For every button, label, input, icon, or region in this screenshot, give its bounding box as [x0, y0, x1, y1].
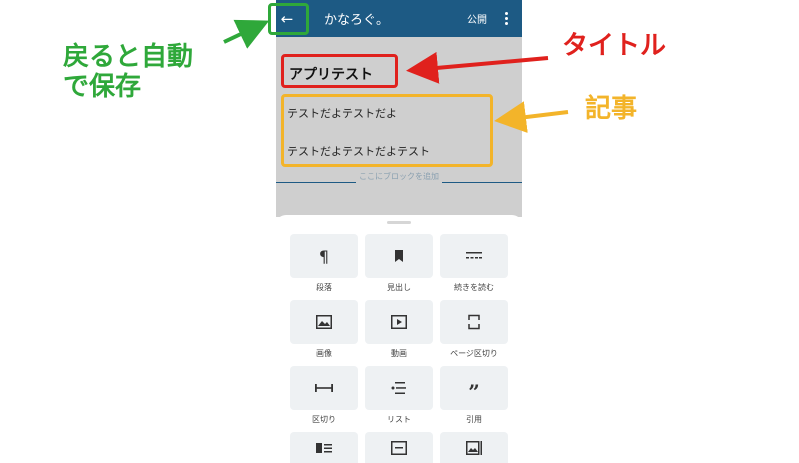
back-arrow-line: [223, 19, 270, 49]
title-arrow-line: [406, 51, 549, 84]
body-arrow-line: [494, 101, 569, 133]
body-annotation: 記事: [585, 94, 638, 124]
back-annotation-line2: で保存: [63, 72, 142, 102]
back-annotation: 戻ると自動 で保存: [63, 42, 193, 102]
title-annotation: タイトル: [562, 31, 667, 61]
back-annotation-line1: 戻ると自動: [63, 42, 194, 72]
